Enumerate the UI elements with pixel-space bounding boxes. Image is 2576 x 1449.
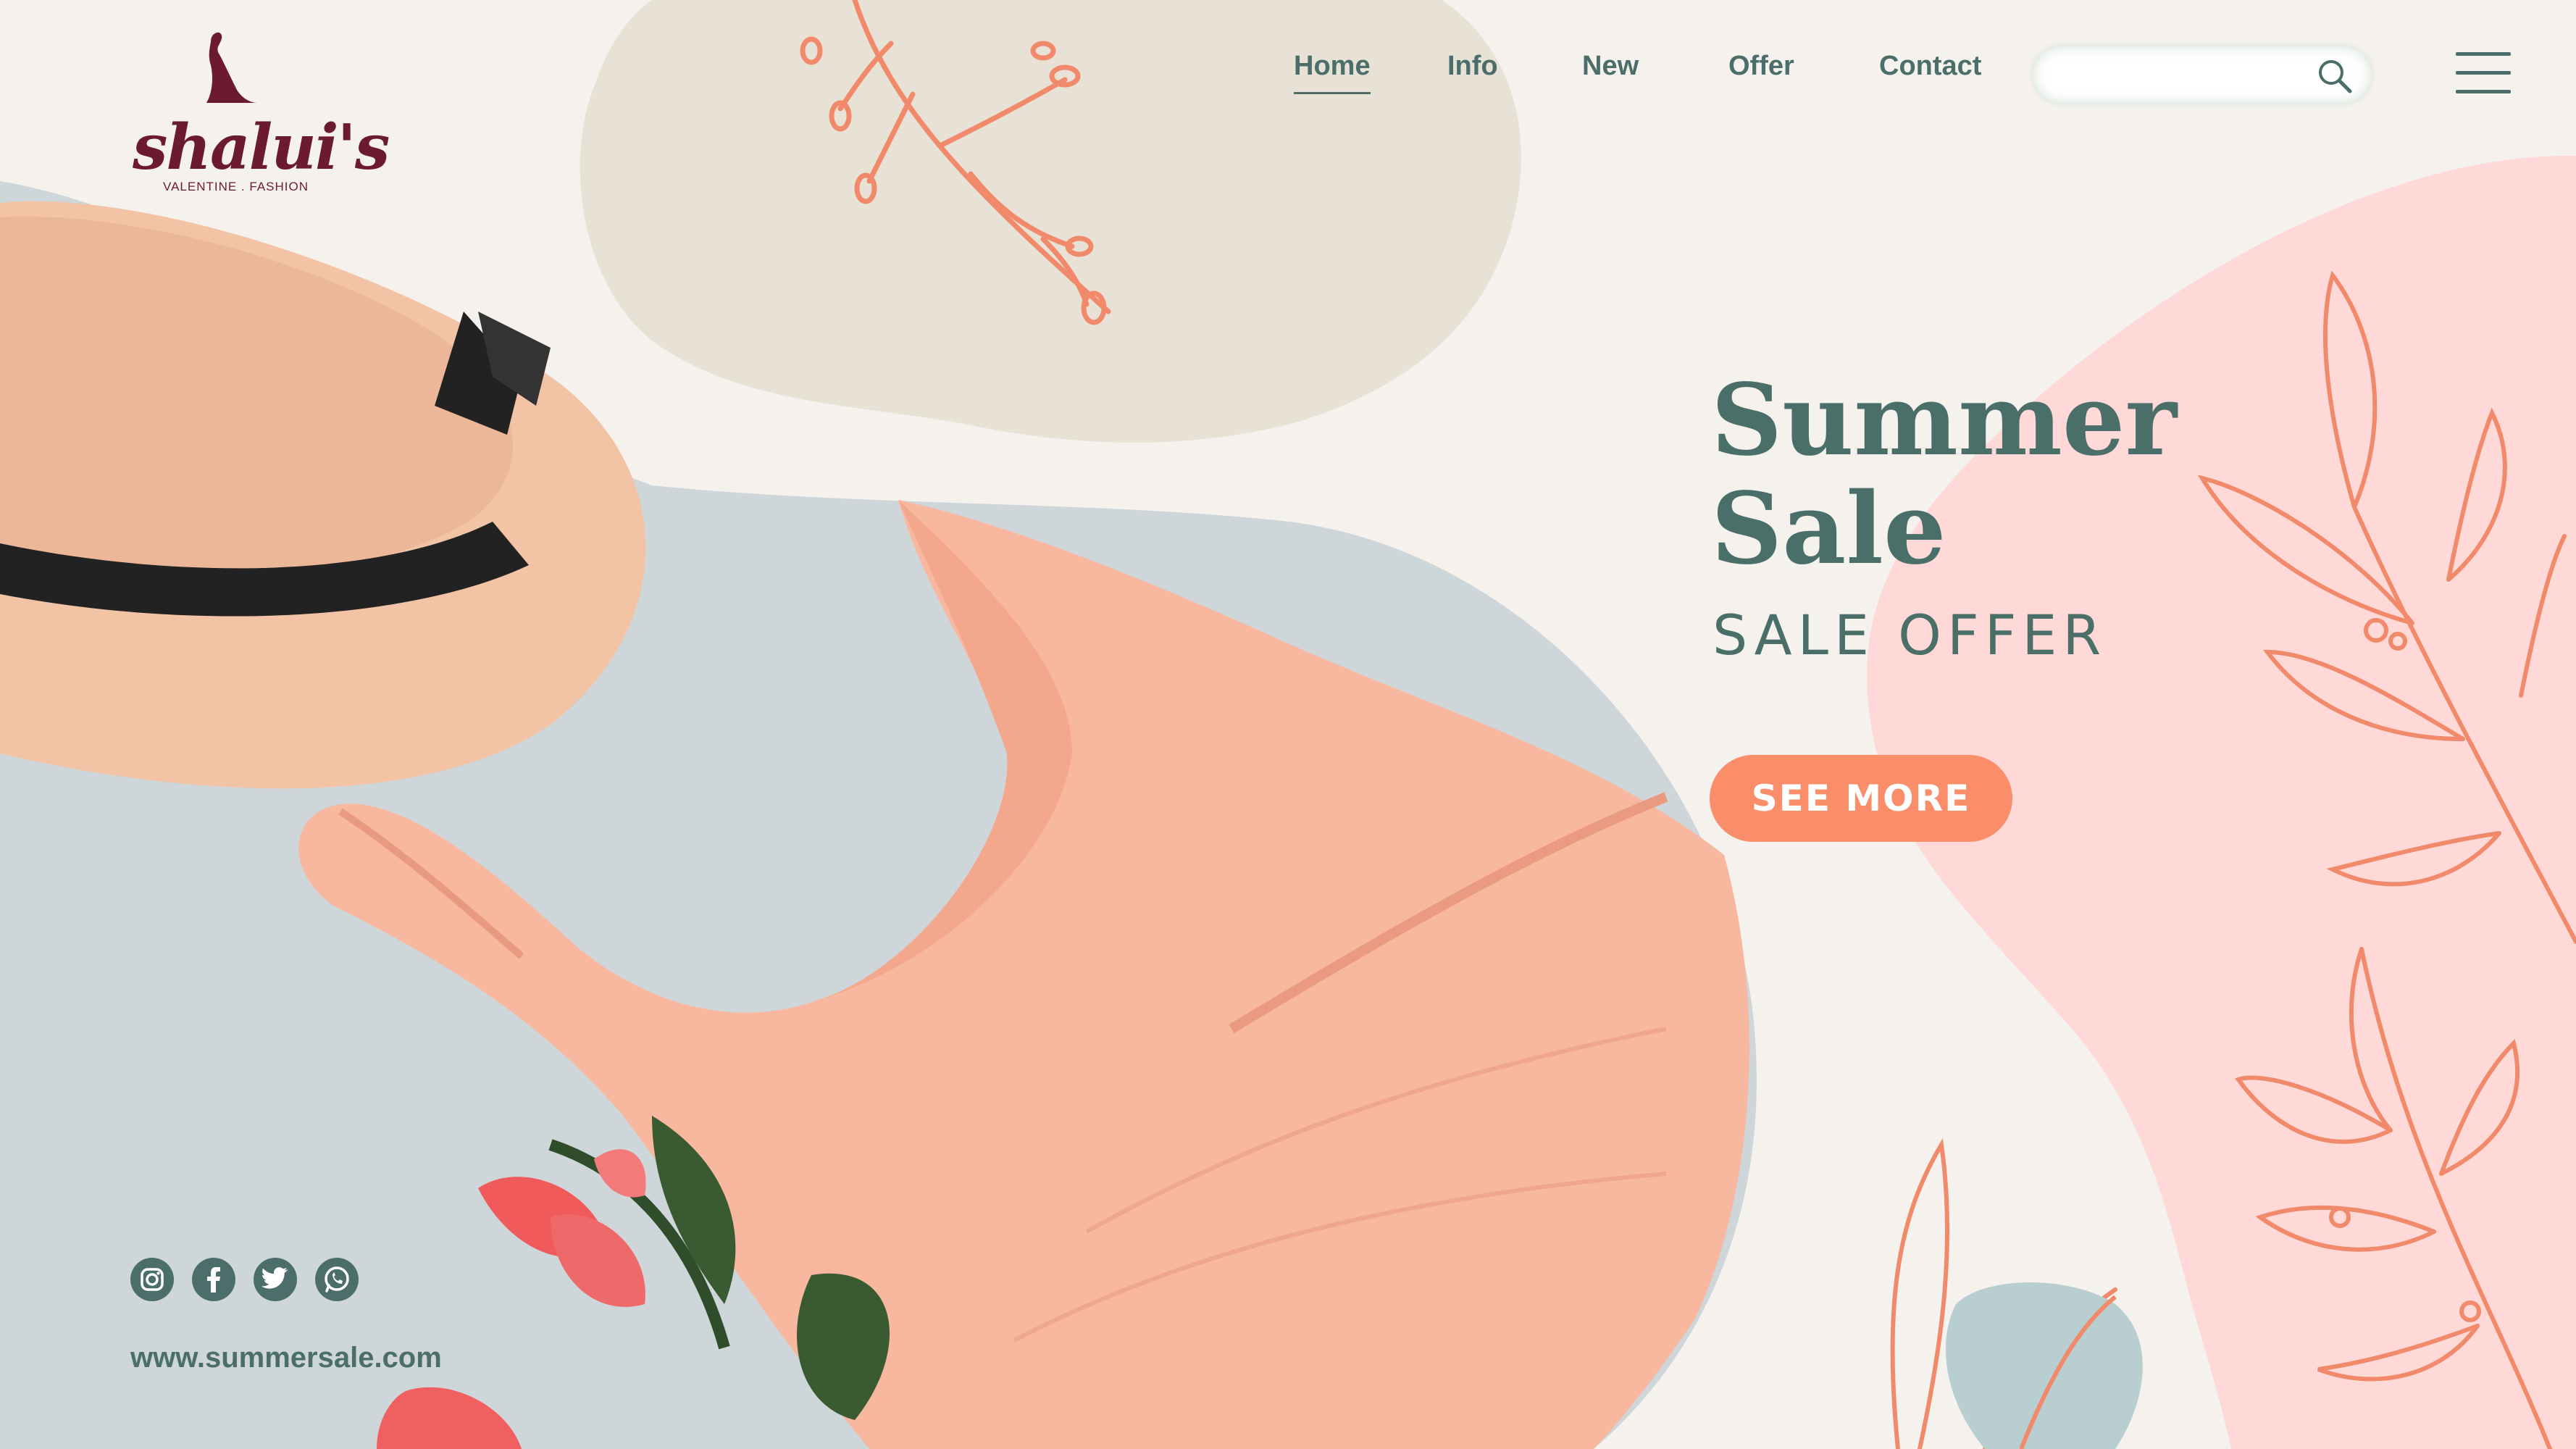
search-icon[interactable] (2315, 57, 2353, 94)
straw-hat-image (0, 201, 646, 789)
nav-home[interactable]: Home (1294, 51, 1371, 94)
search-box (2033, 46, 2372, 103)
brand-tagline: VALENTINE . FASHION (163, 180, 309, 193)
menu-bar (2456, 52, 2511, 56)
nav-contact[interactable]: Contact (1879, 51, 1981, 82)
search-input[interactable] (2054, 55, 2304, 96)
teal-blob (1945, 1282, 2143, 1449)
menu-bar (2456, 71, 2511, 75)
instagram-icon[interactable] (130, 1258, 174, 1301)
nav-new[interactable]: New (1582, 51, 1639, 82)
hero-title-line2: Sale (1711, 471, 1946, 587)
see-more-button[interactable]: SEE MORE (1710, 755, 2012, 842)
nav-offer[interactable]: Offer (1728, 51, 1794, 82)
hero-title: Summer Sale (1711, 366, 2177, 583)
hero-subtitle: SALE OFFER (1713, 603, 2107, 667)
website-url[interactable]: www.summersale.com (130, 1342, 442, 1374)
hero-title-line1: Summer (1711, 362, 2178, 478)
whatsapp-icon[interactable] (315, 1258, 359, 1301)
hamburger-menu-icon[interactable] (2456, 51, 2511, 94)
menu-bar (2456, 90, 2511, 93)
facebook-icon[interactable] (192, 1258, 235, 1301)
landing-page: shalui's VALENTINE . FASHION Home Info N… (0, 0, 2576, 1449)
nav-info[interactable]: Info (1447, 51, 1498, 82)
brand-name: shalui's (133, 111, 390, 184)
background-artwork (0, 0, 2576, 1449)
twitter-icon[interactable] (254, 1258, 297, 1301)
